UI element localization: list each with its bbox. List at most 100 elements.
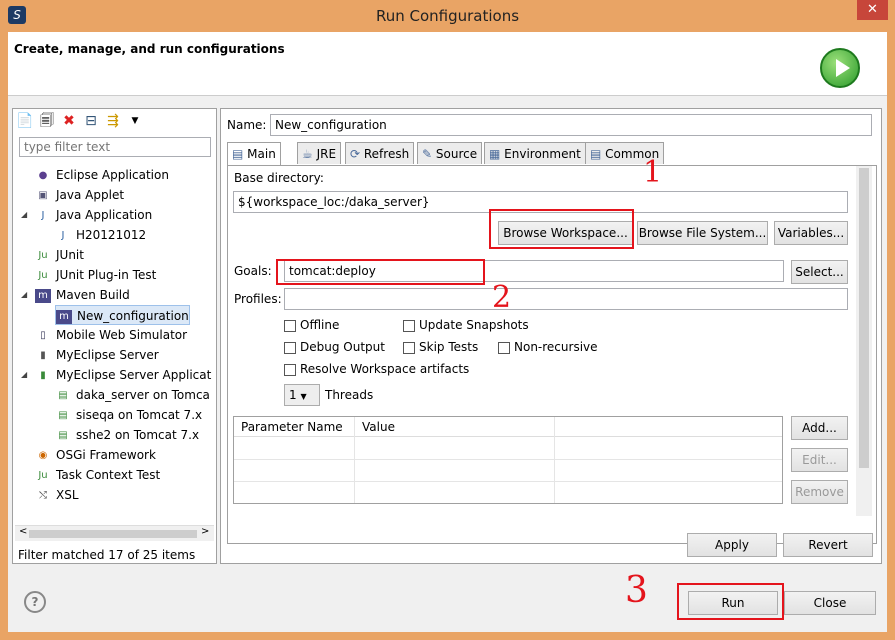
profiles-input[interactable] <box>284 288 848 310</box>
goals-label: Goals: <box>234 264 272 278</box>
tree-item-label: Maven Build <box>56 288 130 302</box>
toolbar: 📄 🗐 ✖ ⊟ ⇶ ▼ <box>15 111 145 131</box>
tab-folder: ▤ Main ☕ JRE ⟳ Refresh ✎ Source ▦ Environmen… <box>227 142 877 544</box>
tree-item[interactable]: ◢ m Maven Build <box>21 285 130 305</box>
annotation-2: 2 <box>492 280 512 315</box>
new-config-icon[interactable]: 📄 <box>15 111 35 131</box>
duplicate-icon[interactable]: 🗐 <box>37 111 57 131</box>
close-button[interactable]: Close <box>784 591 876 615</box>
select-goals-button[interactable]: Select... <box>791 260 848 284</box>
vertical-scrollbar[interactable] <box>856 166 872 516</box>
expand-toggle-icon[interactable]: ◢ <box>21 365 27 385</box>
scroll-thumb[interactable] <box>29 530 197 538</box>
highlight-run <box>677 583 784 620</box>
tab-refresh[interactable]: ⟳ Refresh <box>345 142 415 164</box>
tree-item[interactable]: Ju JUnit <box>35 245 84 265</box>
tree-item[interactable]: Ju Task Context Test <box>35 465 160 485</box>
tree-item-label: Eclipse Application <box>56 168 169 182</box>
tree-item[interactable]: m New_configuration <box>55 305 190 325</box>
tree-item-label: Mobile Web Simulator <box>56 328 188 342</box>
tree-item-label: JUnit <box>56 248 84 262</box>
window-title: Run Configurations <box>375 7 520 25</box>
tree-item-label: siseqa on Tomcat 7.x <box>76 408 203 422</box>
environment-icon: ▦ <box>489 147 505 161</box>
offline-checkbox[interactable]: Offline <box>284 318 339 332</box>
eclipse-icon: ● <box>38 169 48 181</box>
tree-item[interactable]: ▮ MyEclipse Server <box>35 345 159 365</box>
tomcat-icon: ▤ <box>58 389 68 401</box>
expand-toggle-icon[interactable]: ◢ <box>21 285 27 305</box>
tree-item[interactable]: ▯ Mobile Web Simulator <box>35 325 187 345</box>
apply-button[interactable]: Apply <box>687 533 777 557</box>
help-icon[interactable]: ? <box>24 591 46 613</box>
revert-button[interactable]: Revert <box>783 533 873 557</box>
server-app-icon: ▮ <box>40 369 46 381</box>
filter-icon[interactable]: ⇶ <box>103 111 123 131</box>
tab-jre[interactable]: ☕ JRE <box>297 142 342 164</box>
common-icon: ▤ <box>590 147 606 161</box>
tree-item-label: OSGi Framework <box>56 448 156 462</box>
tab-label: Refresh <box>363 147 410 161</box>
parameters-table[interactable]: Parameter Name Value <box>233 416 783 504</box>
tree-item[interactable]: ▤ daka_server on Tomca <box>55 385 210 405</box>
tree-item[interactable]: J H20121012 <box>55 225 147 245</box>
tree-item[interactable]: ▤ sshe2 on Tomcat 7.x <box>55 425 199 445</box>
edit-parameter-button[interactable]: Edit... <box>791 448 848 472</box>
add-parameter-button[interactable]: Add... <box>791 416 848 440</box>
tree-item[interactable]: ◢ ▮ MyEclipse Server Applicat <box>21 365 211 385</box>
variables-button[interactable]: Variables... <box>774 221 848 245</box>
tree-item-label: Java Applet <box>56 188 125 202</box>
tomcat-icon: ▤ <box>58 409 68 421</box>
col-parameter-name[interactable]: Parameter Name <box>241 420 343 434</box>
skip-tests-checkbox[interactable]: Skip Tests <box>403 340 478 354</box>
maven-icon: m <box>35 288 51 303</box>
scroll-right-icon[interactable]: > <box>201 526 209 537</box>
close-window-button[interactable]: ✕ <box>857 0 888 20</box>
horizontal-scrollbar[interactable]: < > <box>15 525 214 541</box>
browse-file-system-button[interactable]: Browse File System... <box>637 221 768 245</box>
expand-toggle-icon[interactable]: ◢ <box>21 205 27 225</box>
tree-item[interactable]: ◉ OSGi Framework <box>35 445 156 465</box>
non-recursive-checkbox[interactable]: Non-recursive <box>498 340 598 354</box>
name-input[interactable] <box>270 114 872 136</box>
tree-item-label: Java Application <box>56 208 153 222</box>
mobile-icon: ▯ <box>40 329 46 341</box>
scroll-left-icon[interactable]: < <box>19 526 27 537</box>
collapse-all-icon[interactable]: ⊟ <box>81 111 101 131</box>
tab-label: Source <box>435 147 478 161</box>
junit-icon: Ju <box>38 249 48 261</box>
threads-label: Threads <box>325 388 374 402</box>
task-icon: Ju <box>38 469 48 481</box>
filter-input[interactable] <box>19 137 211 157</box>
tab-source[interactable]: ✎ Source <box>417 142 483 164</box>
col-value[interactable]: Value <box>362 420 395 434</box>
highlight-browse-workspace <box>489 209 634 249</box>
tree-item[interactable]: Ju JUnit Plug-in Test <box>35 265 156 285</box>
tab-label: Main <box>247 147 276 161</box>
tree-item[interactable]: ▣ Java Applet <box>35 185 124 205</box>
tree-item-label: sshe2 on Tomcat 7.x <box>76 428 200 442</box>
maven-icon: m <box>56 309 72 324</box>
applet-icon: ▣ <box>38 189 48 201</box>
tree-item[interactable]: ▤ siseqa on Tomcat 7.x <box>55 405 202 425</box>
resolve-workspace-checkbox[interactable]: Resolve Workspace artifacts <box>284 362 469 376</box>
tab-label: Environment <box>504 147 581 161</box>
tab-main[interactable]: ▤ Main <box>227 142 281 166</box>
tree-item-label: Task Context Test <box>56 468 161 482</box>
chevron-down-icon[interactable]: ▼ <box>125 111 145 131</box>
base-dir-label: Base directory: <box>234 171 324 185</box>
dialog-client: Create, manage, and run configurations 📄… <box>8 32 887 632</box>
tree-item[interactable]: ● Eclipse Application <box>35 165 169 185</box>
tree-item[interactable]: ⤭ XSL <box>35 485 79 505</box>
debug-output-checkbox[interactable]: Debug Output <box>284 340 385 354</box>
remove-parameter-button[interactable]: Remove <box>791 480 848 504</box>
tree-item-label: JUnit Plug-in Test <box>56 268 157 282</box>
scroll-thumb[interactable] <box>859 168 869 468</box>
tab-environment[interactable]: ▦ Environment <box>484 142 586 164</box>
tree-item[interactable]: ◢ J Java Application <box>21 205 153 225</box>
app-icon: S <box>8 6 26 24</box>
threads-select[interactable]: 1 ▼ <box>284 384 320 406</box>
update-snapshots-checkbox[interactable]: Update Snapshots <box>403 318 529 332</box>
delete-icon[interactable]: ✖ <box>59 111 79 131</box>
config-editor-panel: Name: ▤ Main☕ JRE⟳ Refresh✎ Source▦ Envi… <box>220 108 882 564</box>
